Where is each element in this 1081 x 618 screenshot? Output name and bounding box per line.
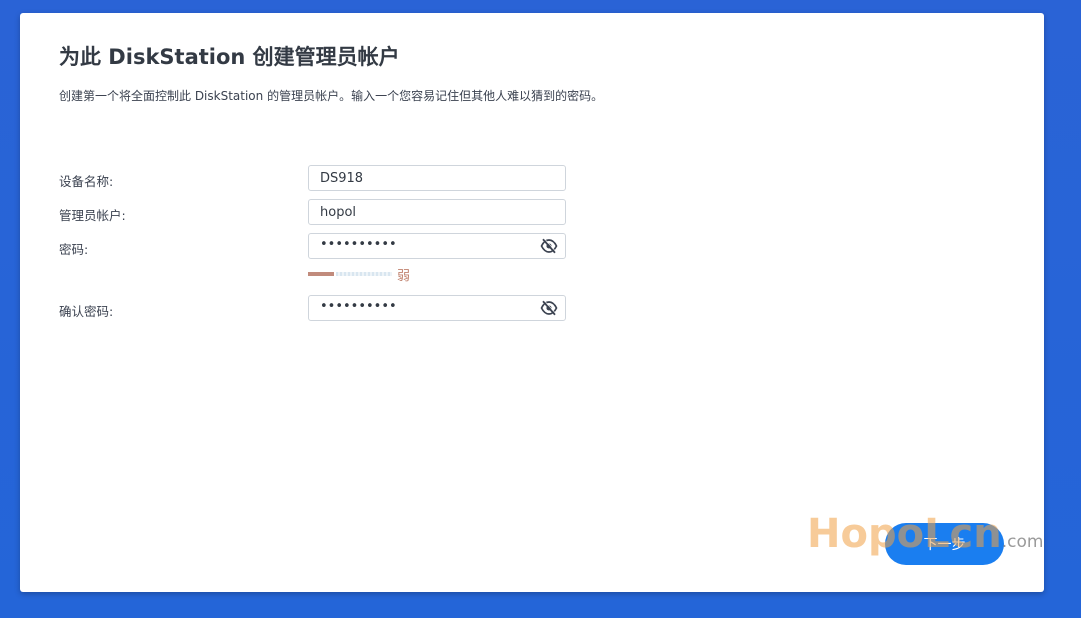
device-name-field-container	[308, 165, 566, 191]
setup-dialog: 为此 DiskStation 创建管理员帐户 创建第一个将全面控制此 DiskS…	[20, 13, 1044, 592]
eye-slash-icon[interactable]	[540, 238, 558, 254]
device-name-input[interactable]	[309, 166, 520, 190]
watermark-suffix: .com	[1001, 532, 1044, 552]
strength-bar-empty	[336, 272, 392, 276]
admin-account-field-container	[308, 199, 566, 225]
admin-account-input[interactable]	[309, 200, 520, 224]
strength-label: 弱	[397, 269, 411, 284]
password-field[interactable]: ••••••••••	[308, 233, 566, 259]
confirm-password-label: 确认密码:	[59, 304, 114, 319]
confirm-password-field[interactable]: ••••••••••	[308, 295, 566, 321]
password-label: 密码:	[59, 242, 89, 257]
password-strength-meter: 弱	[308, 269, 428, 284]
admin-account-label: 管理员帐户:	[59, 208, 126, 223]
next-button[interactable]: 下一步	[885, 523, 1004, 565]
strength-bar-filled	[308, 272, 334, 276]
confirm-password-masked-value: ••••••••••	[320, 299, 397, 314]
page-title: 为此 DiskStation 创建管理员帐户	[59, 45, 400, 69]
page-subtitle: 创建第一个将全面控制此 DiskStation 的管理员帐户。输入一个您容易记住…	[59, 89, 604, 103]
password-masked-value: ••••••••••	[320, 237, 397, 252]
eye-slash-icon[interactable]	[540, 300, 558, 316]
device-name-label: 设备名称:	[59, 174, 114, 189]
